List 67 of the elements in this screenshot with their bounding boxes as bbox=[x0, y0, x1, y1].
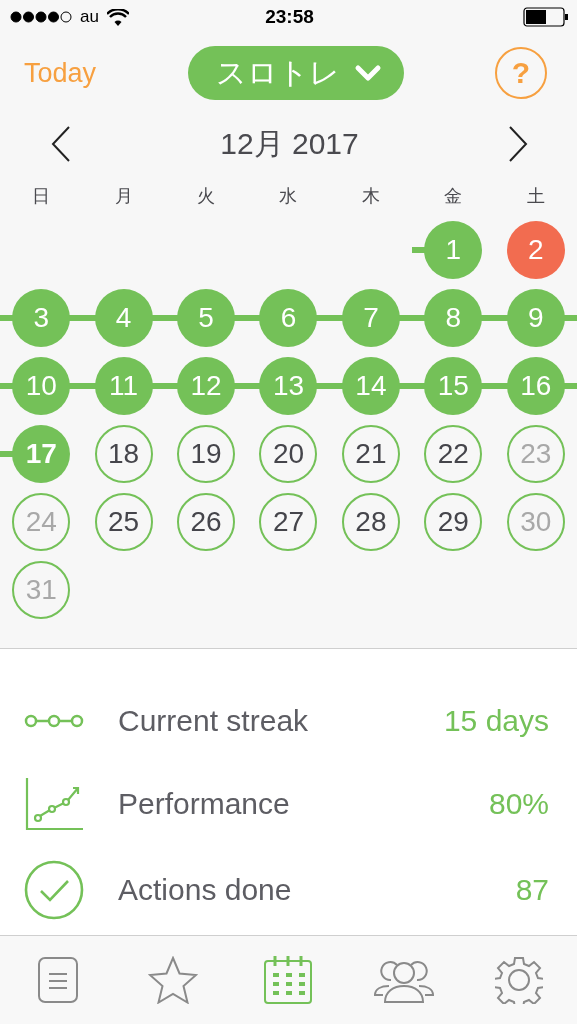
document-icon bbox=[36, 956, 79, 1005]
calendar-day[interactable]: 18 bbox=[94, 425, 153, 483]
calendar-day[interactable]: 22 bbox=[424, 425, 483, 483]
star-icon bbox=[148, 956, 199, 1005]
calendar-day[interactable]: 17 bbox=[12, 425, 71, 483]
weekday-label: 日 bbox=[31, 185, 52, 208]
rising-chart-icon bbox=[24, 775, 84, 832]
stat-label: Performance bbox=[118, 786, 291, 821]
tab-bar-button[interactable] bbox=[495, 956, 544, 1005]
calendar-day[interactable]: 7 bbox=[341, 289, 400, 347]
calendar-day[interactable]: 25 bbox=[94, 493, 153, 551]
weekday-label: 金 bbox=[443, 185, 464, 208]
calendar-day[interactable]: 8 bbox=[424, 289, 483, 347]
calendar-day[interactable]: 30 bbox=[506, 493, 565, 551]
weekday-label: 月 bbox=[113, 185, 134, 208]
settings-icon bbox=[495, 956, 544, 1005]
chevron-right-icon bbox=[508, 126, 528, 162]
help-button[interactable]: ? bbox=[495, 47, 547, 99]
signal-icon bbox=[10, 11, 72, 23]
linked-circles-icon bbox=[24, 712, 84, 729]
calendar-day[interactable]: 1 bbox=[424, 221, 483, 279]
calendar-day[interactable]: 21 bbox=[341, 425, 400, 483]
stat-value: 87 bbox=[515, 873, 549, 908]
stat-label: Actions done bbox=[118, 873, 293, 908]
today-button[interactable]: Today bbox=[24, 57, 97, 89]
calendar-day[interactable]: 23 bbox=[506, 425, 565, 483]
calendar-day[interactable]: 4 bbox=[94, 289, 153, 347]
weekday-label: 木 bbox=[360, 185, 381, 208]
calendar-day[interactable]: 12 bbox=[177, 357, 236, 415]
calendar-day[interactable]: 13 bbox=[259, 357, 318, 415]
wifi-icon bbox=[106, 8, 129, 26]
carrier-name: au bbox=[80, 7, 99, 27]
tab-bar-button[interactable] bbox=[36, 956, 79, 1005]
calendar-day[interactable]: 6 bbox=[259, 289, 318, 347]
chevron-left-icon bbox=[51, 126, 71, 162]
calendar-day[interactable]: 27 bbox=[259, 493, 318, 551]
status-time: 23:58 bbox=[265, 6, 314, 28]
weekday-label: 土 bbox=[525, 185, 546, 208]
tab-bar-button[interactable] bbox=[148, 956, 199, 1005]
weekday-label: 水 bbox=[278, 185, 299, 208]
tab-bar-button[interactable] bbox=[263, 955, 314, 1006]
calendar-day[interactable]: 11 bbox=[94, 357, 153, 415]
calendar-day[interactable]: 19 bbox=[177, 425, 236, 483]
check-circle-icon bbox=[24, 860, 84, 921]
stat-label: Current streak bbox=[118, 703, 310, 738]
battery-icon bbox=[523, 7, 569, 27]
calendar-day[interactable]: 31 bbox=[12, 561, 71, 619]
month-title: 12月 2017 bbox=[220, 125, 359, 162]
calendar-icon bbox=[263, 955, 314, 1006]
stat-value: 80% bbox=[488, 786, 549, 821]
calendar-day[interactable]: 16 bbox=[506, 357, 565, 415]
calendar-day[interactable]: 28 bbox=[341, 493, 400, 551]
calendar-day[interactable]: 9 bbox=[506, 289, 565, 347]
stat-value: 15 days bbox=[443, 703, 549, 738]
calendar-day[interactable]: 10 bbox=[12, 357, 71, 415]
calendar-day[interactable]: 24 bbox=[12, 493, 71, 551]
calendar-day[interactable]: 20 bbox=[259, 425, 318, 483]
weekday-label: 火 bbox=[196, 185, 217, 208]
calendar-day[interactable]: 26 bbox=[177, 493, 236, 551]
calendar-day[interactable]: 5 bbox=[177, 289, 236, 347]
plan-selector[interactable]: スロトレ bbox=[187, 46, 404, 100]
calendar-day[interactable]: 29 bbox=[424, 493, 483, 551]
calendar-day[interactable]: 15 bbox=[424, 357, 483, 415]
calendar-day[interactable]: 2 bbox=[506, 221, 565, 279]
chevron-down-icon bbox=[353, 64, 382, 82]
calendar-day[interactable]: 3 bbox=[12, 289, 71, 347]
calendar-day[interactable]: 14 bbox=[341, 357, 400, 415]
